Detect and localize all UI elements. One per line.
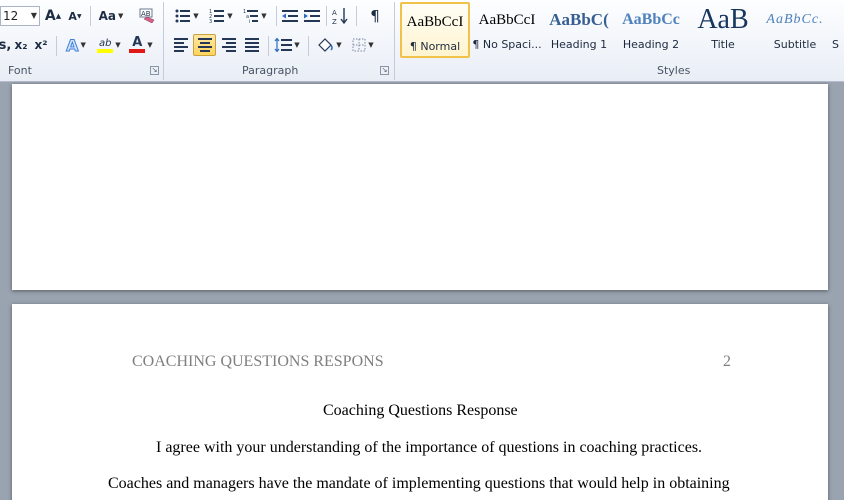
divider — [326, 6, 327, 26]
clear-formatting-icon: AB — [139, 8, 155, 24]
chevron-down-icon: ▼ — [368, 41, 374, 49]
align-left-button[interactable] — [170, 34, 192, 56]
highlight-swatch — [97, 48, 114, 53]
chevron-down-icon: ▼ — [261, 12, 267, 20]
increase-indent-button[interactable] — [302, 5, 322, 27]
chevron-down-icon: ▼ — [80, 41, 86, 49]
style-heading-1[interactable]: AaBbC( Heading 1 — [544, 2, 614, 58]
style-subtitle[interactable]: AaBbCc. Subtitle — [760, 2, 830, 58]
page-2[interactable]: COACHING QUESTIONS RESPONS 2 Coaching Qu… — [12, 304, 828, 500]
show-formatting-button[interactable]: ¶ — [364, 5, 386, 27]
line-spacing-icon — [274, 38, 293, 52]
increase-indent-icon — [304, 10, 320, 22]
chevron-down-icon: ▼ — [115, 41, 121, 49]
sort-icon: A Z — [332, 8, 348, 25]
font-size-field[interactable]: 12 ▼ — [0, 6, 40, 26]
align-center-button[interactable] — [193, 34, 216, 56]
chevron-down-icon[interactable]: ▼ — [31, 11, 37, 20]
style-title[interactable]: AaB Title — [688, 2, 758, 58]
font-size-value: 12 — [3, 9, 19, 23]
decrease-indent-icon — [282, 10, 298, 22]
borders-button[interactable]: ▼ — [348, 34, 378, 56]
strikethrough-button[interactable]: s, — [0, 34, 11, 56]
ribbon: 12 ▼ A▲ A▼ Aa▼ AB s, x₂ x² A▼ ab ▼ A — [0, 0, 844, 82]
align-left-icon — [174, 38, 188, 52]
font-color-icon: A — [129, 36, 146, 53]
chevron-down-icon: ▼ — [227, 12, 233, 20]
divider — [56, 36, 57, 56]
chevron-down-icon: ▼ — [147, 41, 153, 49]
style-no-spacing[interactable]: AaBbCcI ¶ No Spaci... — [472, 2, 542, 58]
subscript-button[interactable]: x₂ — [12, 34, 30, 56]
svg-text:3: 3 — [209, 19, 212, 23]
numbering-icon: 1 2 3 — [209, 9, 225, 23]
svg-text:A: A — [332, 9, 337, 17]
text-effects-icon: A — [66, 35, 79, 55]
svg-text:i: i — [249, 19, 250, 23]
style-heading-2[interactable]: AaBbCc Heading 2 — [616, 2, 686, 58]
styles-gallery: AaBbCcI ¶ Normal AaBbCcI ¶ No Spaci... A… — [400, 2, 844, 60]
decrease-indent-button[interactable] — [280, 5, 300, 27]
multilevel-list-button[interactable]: 1 a i ▼ — [240, 5, 270, 27]
divider — [90, 6, 91, 26]
borders-icon — [352, 38, 366, 52]
numbering-button[interactable]: 1 2 3 ▼ — [206, 5, 236, 27]
font-dialog-launcher-icon[interactable]: ↘ — [150, 66, 159, 75]
paragraph-1: I agree with your understanding of the i… — [156, 439, 703, 456]
align-center-icon — [197, 38, 212, 52]
clear-formatting-button[interactable]: AB — [136, 5, 158, 27]
shrink-font-button[interactable]: A ▼ — [66, 5, 84, 27]
align-right-button[interactable] — [218, 34, 240, 56]
change-case-button[interactable]: Aa ▼ — [96, 5, 126, 27]
paragraph-dialog-launcher-icon[interactable]: ↘ — [380, 66, 389, 75]
grow-font-button[interactable]: A ▲ — [44, 5, 62, 27]
shading-button[interactable]: ▼ — [314, 34, 344, 56]
running-head: COACHING QUESTIONS RESPONS — [132, 353, 384, 370]
divider — [308, 36, 309, 56]
font-group-label: Font — [8, 64, 32, 77]
paragraph-2-line-1: Coaches and managers have the mandate of… — [108, 475, 730, 492]
paint-bucket-icon — [318, 38, 334, 52]
bullets-icon — [175, 9, 191, 23]
svg-text:Z: Z — [332, 18, 337, 25]
chevron-down-icon: ▼ — [118, 12, 124, 20]
style-normal[interactable]: AaBbCcI ¶ Normal — [400, 2, 470, 58]
svg-text:AB: AB — [141, 10, 151, 18]
group-divider — [163, 2, 164, 80]
style-partial[interactable]: S — [832, 2, 844, 58]
styles-group-label: Styles — [657, 64, 691, 77]
divider — [276, 6, 277, 26]
triangle-down-icon: ▼ — [76, 12, 82, 20]
chevron-down-icon: ▼ — [193, 12, 199, 20]
page-number: 2 — [723, 353, 731, 370]
font-color-button[interactable]: A ▼ — [128, 34, 154, 56]
bullets-button[interactable]: ▼ — [172, 5, 202, 27]
justify-button[interactable] — [241, 34, 263, 56]
text-effects-button[interactable]: A ▼ — [62, 34, 90, 56]
group-divider — [394, 2, 395, 80]
highlight-icon: ab — [97, 38, 114, 53]
highlight-button[interactable]: ab ▼ — [94, 34, 124, 56]
paragraph-group-label: Paragraph — [242, 64, 299, 77]
justify-icon — [245, 38, 259, 52]
multilevel-list-icon: 1 a i — [243, 9, 259, 23]
divider — [356, 6, 357, 26]
align-right-icon — [222, 38, 236, 52]
page-1[interactable] — [12, 84, 828, 290]
pilcrow-icon: ¶ — [370, 7, 380, 25]
chevron-down-icon: ▼ — [336, 41, 342, 49]
divider — [268, 36, 269, 56]
document-title: Coaching Questions Response — [323, 402, 518, 419]
line-spacing-button[interactable]: ▼ — [272, 34, 302, 56]
triangle-up-icon: ▲ — [55, 12, 62, 20]
superscript-button[interactable]: x² — [32, 34, 50, 56]
font-color-swatch — [129, 49, 146, 53]
chevron-down-icon: ▼ — [294, 41, 300, 49]
sort-button[interactable]: A Z — [330, 5, 352, 27]
